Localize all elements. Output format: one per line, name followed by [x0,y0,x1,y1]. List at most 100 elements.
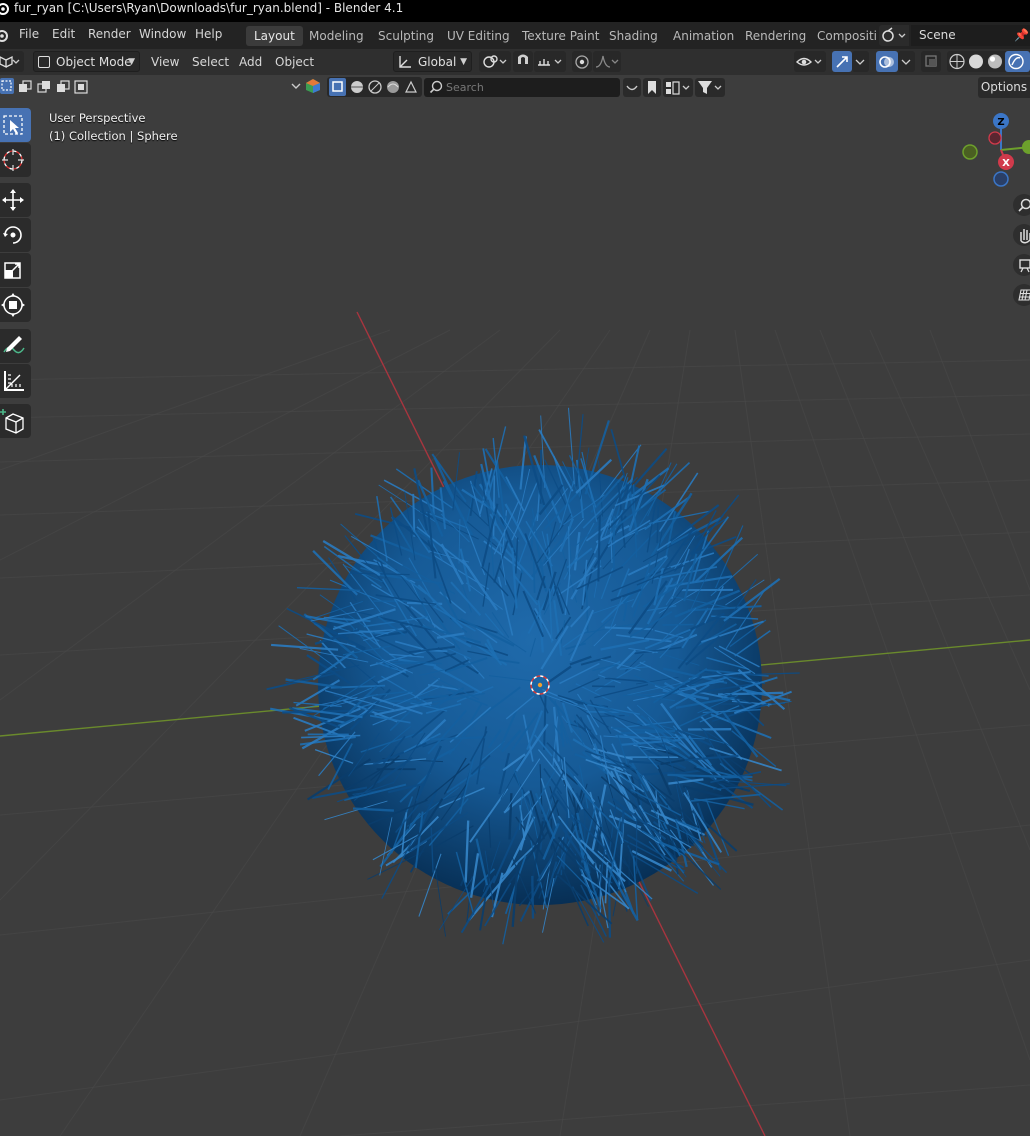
tool-select-box[interactable] [0,108,31,142]
menu-add[interactable]: Add [239,52,262,72]
proportional-editing-toggle[interactable] [572,51,592,72]
select-new-icon[interactable] [0,78,14,94]
camera-view-button[interactable] [1013,254,1030,276]
options-button[interactable]: Options [978,77,1030,98]
sort-icon[interactable] [663,78,693,97]
visibility-filter-group [327,77,422,97]
mode-label: Object Mode [56,55,132,69]
add-cube-icon [0,409,24,434]
overlays-toggle[interactable] [876,51,898,72]
tool-annotate[interactable] [0,329,31,363]
snap-target-dropdown[interactable] [534,51,566,72]
menu-file[interactable]: File [19,27,39,41]
bookmark-icon[interactable] [643,78,661,97]
snap-toggle[interactable] [513,51,533,72]
tab-animation[interactable]: Animation [665,26,742,46]
menu-select[interactable]: Select [192,52,229,72]
zoom-icon [1018,198,1030,212]
tab-texture-paint[interactable]: Texture Paint [514,26,607,46]
wire-filter-icon[interactable] [367,79,383,98]
select-intersect-icon[interactable] [74,80,88,97]
solid-shading-icon[interactable] [969,54,983,69]
material-filter-icon[interactable] [385,79,401,98]
tool-cursor[interactable] [0,143,31,177]
menu-render[interactable]: Render [88,27,131,41]
object-types-icon[interactable] [305,78,321,97]
search-input[interactable]: Search [424,78,620,97]
overlays-icon [879,56,894,68]
proportional-editing-icon [575,55,589,69]
hand-icon [1020,229,1030,244]
blender-menu-icon[interactable] [0,26,10,47]
gizmo-toggle[interactable] [832,51,852,72]
tool-transform[interactable] [0,288,31,322]
scene-browse-button[interactable] [879,25,909,46]
tool-add-cube[interactable] [0,404,31,438]
material-preview-icon[interactable] [988,54,1002,69]
top-bar: File Edit Render Window Help Layout Mode… [0,22,1030,49]
menu-window[interactable]: Window [139,27,186,41]
xray-icon [925,55,937,67]
tab-rendering[interactable]: Rendering [737,26,814,46]
snap-increment-icon [538,59,562,66]
scene-selector[interactable]: Scene 📌 [879,25,1030,46]
ortho-toggle-button[interactable] [1013,284,1030,306]
viewport-scene [0,311,1030,1136]
selectable-filter-icon[interactable] [329,78,346,96]
pivot-point-button[interactable] [479,51,511,72]
tab-uv-editing[interactable]: UV Editing [439,26,518,46]
filter-invert-icon[interactable] [623,78,641,97]
pan-button[interactable] [1013,224,1030,246]
tab-modeling[interactable]: Modeling [301,26,372,46]
overlays-dropdown[interactable] [898,51,915,72]
proportional-falloff-dropdown[interactable] [593,51,621,72]
gizmo-neg-z-icon[interactable] [993,171,1009,187]
tab-layout[interactable]: Layout [246,26,303,46]
window-title: fur_ryan [C:\Users\Ryan\Downloads\fur_ry… [14,1,404,15]
menu-object[interactable]: Object [275,52,314,72]
3d-viewport[interactable] [0,75,1030,1136]
select-invert-icon[interactable] [56,80,70,97]
menu-view[interactable]: View [151,52,179,72]
select-extend-icon[interactable] [18,80,32,97]
texture-filter-icon[interactable] [403,79,419,98]
gizmo-neg-x-icon[interactable] [988,131,1002,145]
viewport-tool-header: Search Options [0,75,1030,99]
visibility-dropdown[interactable] [794,51,826,72]
gizmo-y-icon[interactable] [1022,140,1030,154]
select-subtract-icon[interactable] [37,80,51,97]
navigation-gizmo[interactable]: Z X [955,110,1030,190]
filter-chevron-icon[interactable] [290,80,302,95]
tool-scale[interactable] [0,253,31,287]
chevron-down-icon: ▼ [128,57,135,67]
menu-help[interactable]: Help [195,27,222,41]
fur-sphere[interactable] [266,407,800,945]
tool-measure[interactable] [0,364,31,398]
orientation-label: Global [418,55,457,69]
editor-type-button[interactable] [0,51,24,72]
pin-icon[interactable]: 📌 [1014,28,1029,42]
xray-toggle[interactable] [921,51,941,72]
annotate-icon [3,336,25,354]
mode-dropdown[interactable]: Object Mode ▼ [33,51,140,72]
solid-filter-icon[interactable] [349,79,365,98]
tab-compositing[interactable]: Compositi [809,26,885,46]
zoom-button[interactable] [1013,194,1030,216]
wireframe-shading-icon[interactable] [949,53,965,70]
object-mode-icon [38,56,50,68]
gizmo-neg-y-icon[interactable] [962,144,978,160]
blender-logo-icon [0,1,11,21]
scene-name-field[interactable]: Scene [911,25,1030,46]
measure-icon [4,371,24,391]
tool-rotate[interactable] [0,218,31,252]
selection-mode-group [0,78,88,96]
menu-edit[interactable]: Edit [52,27,75,41]
view-name-label: User Perspective [49,111,146,125]
filter-funnel-icon[interactable] [695,78,725,97]
tool-move[interactable] [0,183,31,217]
transform-orientation-icon [399,56,411,68]
tab-sculpting[interactable]: Sculpting [370,26,442,46]
gizmo-dropdown[interactable] [852,51,869,72]
orientation-dropdown[interactable]: Global ▼ [393,51,472,72]
tab-shading[interactable]: Shading [601,26,666,46]
